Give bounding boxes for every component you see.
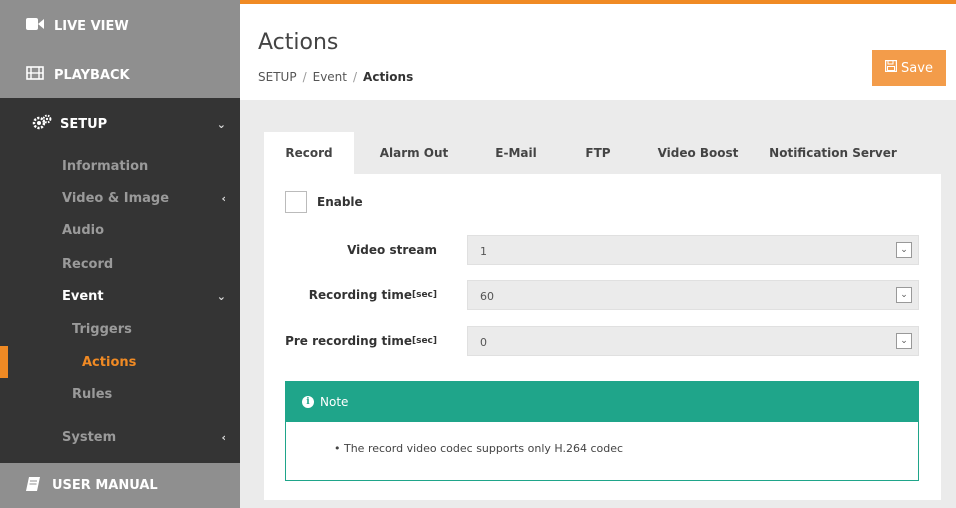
note-text: • The record video codec supports only H… (334, 442, 624, 455)
save-button[interactable]: Save (872, 50, 946, 86)
tab-video-boost[interactable]: Video Boost (638, 132, 758, 174)
field-label-text: Video stream (347, 243, 437, 257)
field-label-text: Recording time (308, 288, 412, 302)
note-header: i Note (286, 382, 918, 422)
enable-checkbox[interactable] (285, 191, 307, 213)
tab-label: Record (285, 146, 333, 160)
note-box: i Note • The record video codec supports… (285, 381, 919, 481)
sidebar-item-rules[interactable]: Rules (0, 378, 240, 410)
nav-playback-label: PLAYBACK (54, 67, 130, 83)
nav-user-manual[interactable]: USER MANUAL (0, 463, 240, 508)
gears-icon (32, 114, 52, 134)
note-title: Note (320, 395, 349, 409)
tab-label: Video Boost (657, 146, 739, 160)
chevron-down-icon: ⌄ (896, 333, 912, 349)
video-stream-select[interactable]: 1 ⌄ (467, 235, 919, 265)
sidebar-item-label: Record (62, 256, 114, 272)
info-icon: i (302, 396, 314, 408)
sidebar-item-label: Information (62, 158, 149, 174)
video-camera-icon (26, 18, 44, 34)
chevron-down-icon: ⌄ (216, 117, 226, 131)
field-label-unit: [sec] (411, 336, 437, 346)
chevron-left-icon: ‹ (221, 191, 226, 205)
nav-live-view[interactable]: LIVE VIEW (0, 0, 240, 52)
tab-label: Notification Server (769, 146, 897, 160)
nav-playback[interactable]: PLAYBACK (0, 52, 240, 98)
sidebar-item-information[interactable]: Information (0, 150, 240, 182)
field-label-text: Pre recording time (285, 334, 412, 348)
floppy-disk-icon (885, 60, 898, 76)
tab-bar: Record Alarm Out E-Mail FTP Video Boost … (264, 132, 941, 174)
film-icon (26, 66, 44, 84)
tab-ftp[interactable]: FTP (558, 132, 638, 174)
recording-time-label: Recording time [sec] (309, 280, 437, 310)
sidebar-item-label: Triggers (72, 321, 132, 337)
tab-alarm-out[interactable]: Alarm Out (354, 132, 474, 174)
nav-setup-label: SETUP (60, 116, 108, 132)
page-title: Actions (258, 30, 339, 55)
record-panel: Enable Video stream 1 ⌄ Recording time [s… (264, 174, 941, 500)
sidebar-item-system[interactable]: System ‹ (0, 421, 240, 453)
breadcrumb-separator: / (302, 70, 307, 84)
chevron-left-icon: ‹ (221, 430, 226, 444)
recording-time-select[interactable]: 60 ⌄ (467, 280, 919, 310)
field-label-unit: [sec] (411, 290, 437, 300)
nav-user-manual-label: USER MANUAL (52, 478, 158, 493)
enable-row: Enable (285, 191, 363, 213)
select-value: 1 (480, 244, 487, 258)
sidebar-item-triggers[interactable]: Triggers (0, 313, 240, 345)
breadcrumb-current: Actions (363, 70, 414, 84)
select-value: 60 (480, 289, 494, 303)
sidebar-item-audio[interactable]: Audio (0, 214, 240, 246)
sidebar-item-actions[interactable]: Actions (0, 346, 240, 378)
sidebar-item-label: Actions (82, 354, 137, 370)
chevron-down-icon: ⌄ (896, 242, 912, 258)
sidebar-item-label: System (62, 429, 117, 445)
pre-recording-time-label: Pre recording time [sec] (285, 326, 437, 356)
breadcrumb-setup[interactable]: SETUP (258, 70, 297, 84)
sidebar-item-label: Rules (72, 386, 113, 402)
tab-label: Alarm Out (379, 146, 449, 160)
page-header: Actions SETUP / Event / Actions Save (240, 0, 956, 100)
sidebar-item-label: Event (62, 288, 104, 304)
sidebar-item-video-image[interactable]: Video & Image ‹ (0, 182, 240, 214)
select-value: 0 (480, 335, 487, 349)
sidebar: LIVE VIEW PLAYBACK SETUP ⌄ Information V… (0, 0, 240, 508)
sidebar-item-label: Audio (62, 222, 105, 238)
tab-record[interactable]: Record (264, 132, 354, 174)
breadcrumb-separator: / (353, 70, 358, 84)
recording-time-row: Recording time [sec] 60 ⌄ (264, 280, 941, 310)
chevron-down-icon: ⌄ (896, 287, 912, 303)
nav-setup[interactable]: SETUP ⌄ (0, 98, 240, 150)
tab-notification-server[interactable]: Notification Server (758, 132, 908, 174)
pre-recording-time-row: Pre recording time [sec] 0 ⌄ (264, 326, 941, 356)
enable-label: Enable (317, 195, 363, 209)
video-stream-label: Video stream (347, 235, 437, 265)
tab-label: FTP (585, 146, 611, 160)
video-stream-row: Video stream 1 ⌄ (264, 235, 941, 265)
book-icon (26, 476, 40, 495)
sidebar-item-event[interactable]: Event ⌄ (0, 280, 240, 312)
sidebar-item-record[interactable]: Record (0, 248, 240, 280)
pre-recording-time-select[interactable]: 0 ⌄ (467, 326, 919, 356)
breadcrumb: SETUP / Event / Actions (258, 70, 413, 84)
breadcrumb-event[interactable]: Event (313, 70, 347, 84)
save-button-label: Save (901, 60, 933, 76)
sidebar-item-label: Video & Image (62, 190, 170, 206)
tab-label: E-Mail (495, 146, 537, 160)
tab-email[interactable]: E-Mail (474, 132, 558, 174)
nav-live-view-label: LIVE VIEW (54, 18, 129, 34)
setup-menu: SETUP ⌄ Information Video & Image ‹ Audi… (0, 98, 240, 463)
chevron-down-icon: ⌄ (216, 289, 226, 303)
